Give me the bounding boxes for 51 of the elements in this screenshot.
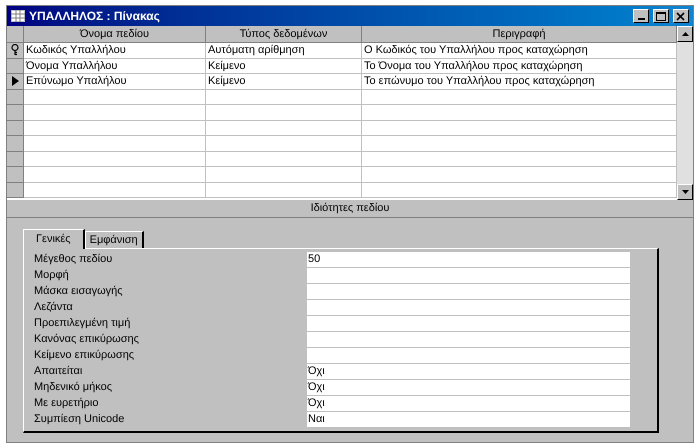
- window-title: ΥΠΑΛΛΗΛΟΣ : Πίνακας: [29, 8, 161, 25]
- property-field[interactable]: [307, 348, 630, 363]
- row-selector[interactable]: [7, 43, 24, 58]
- maximize-icon: [656, 12, 666, 20]
- table-cell: Κείμενο: [206, 58, 362, 74]
- property-label: Μηδενικό μήκος: [34, 380, 114, 396]
- property-label: Απαιτείται: [34, 364, 84, 380]
- property-field[interactable]: [307, 268, 630, 283]
- column-header[interactable]: Περιγραφή: [362, 26, 677, 43]
- property-field[interactable]: [307, 284, 630, 299]
- column-header[interactable]: Όνομα πεδίου: [24, 26, 206, 43]
- property-label: Συμπίεση Unicode: [34, 412, 126, 428]
- tab[interactable]: Γενικές: [23, 229, 85, 249]
- scrollbar[interactable]: [677, 26, 693, 200]
- maximize-button[interactable]: [653, 9, 669, 23]
- property-field[interactable]: Ναι: [307, 412, 630, 427]
- close-button[interactable]: [673, 9, 689, 23]
- property-field[interactable]: [307, 316, 630, 331]
- property-label: Λεζάντα: [34, 300, 74, 316]
- table-cell: Κείμενο: [206, 74, 362, 90]
- table-cell: Αυτόματη αρίθμηση: [206, 43, 362, 58]
- minimize-icon: [638, 18, 644, 20]
- table-cell: Επύνωμο Υπαλήλου: [24, 74, 206, 90]
- table-icon: [11, 10, 25, 22]
- property-field[interactable]: [307, 332, 630, 347]
- column-header[interactable]: Τύπος δεδομένων: [206, 26, 362, 43]
- corner-cell[interactable]: [7, 26, 24, 43]
- property-label: Κανόνας επικύρωσης: [34, 332, 140, 348]
- property-label: Μέγεθος πεδίου: [34, 252, 114, 268]
- property-field[interactable]: Όχι: [307, 364, 630, 379]
- close-icon: [676, 12, 686, 20]
- property-field[interactable]: 50: [307, 252, 630, 267]
- property-field[interactable]: Όχι: [307, 396, 630, 411]
- scroll-up-icon: [682, 32, 688, 36]
- property-label: Κείμενο επικύρωσης: [34, 348, 136, 364]
- minimize-button[interactable]: [633, 9, 649, 23]
- property-field[interactable]: Όχι: [307, 380, 630, 395]
- table-cell: Ο Κωδικός του Υπαλλήλου προς καταχώρηση: [362, 43, 677, 58]
- property-label: Μάσκα εισαγωγής: [34, 284, 124, 300]
- section-title: Ιδιότητες πεδίου: [310, 201, 390, 216]
- table-cell: Το επώνυμο του Υπαλλήλου προς καταχώρηση: [362, 74, 677, 90]
- property-field[interactable]: [307, 300, 630, 315]
- scroll-down-icon: [682, 190, 688, 194]
- table-cell: Το Όνομα του Υπαλλήλου προς καταχώρηση: [362, 58, 677, 74]
- tab[interactable]: Εμφάνιση: [84, 231, 144, 248]
- table-cell: Κωδικός Υπαλλήλου: [24, 43, 206, 58]
- row-selector[interactable]: [7, 74, 24, 90]
- table-cell: Όνομα Υπαλλήλου: [24, 58, 206, 74]
- property-label: Με ευρετήριο: [34, 396, 100, 412]
- property-label: Μορφή: [34, 268, 70, 284]
- property-label: Προεπιλεγμένη τιμή: [34, 316, 132, 332]
